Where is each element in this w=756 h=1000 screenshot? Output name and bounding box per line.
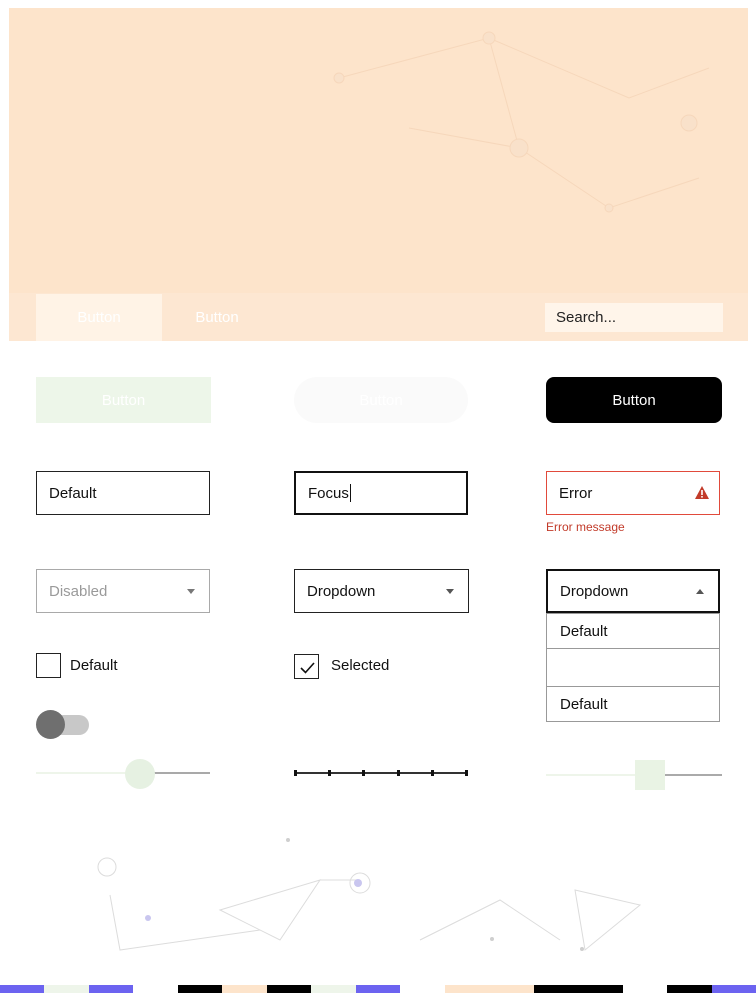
open-dropdown-value: Dropdown xyxy=(560,582,629,600)
chevron-up-icon xyxy=(696,589,704,594)
pill-button[interactable]: Button xyxy=(294,377,468,423)
hero-banner: Button Button Search... xyxy=(9,8,748,341)
palette-swatch xyxy=(355,985,401,993)
checkbox-default[interactable] xyxy=(36,653,61,678)
dropdown-value: Dropdown xyxy=(307,582,376,600)
palette-swatch xyxy=(444,985,490,993)
slider-step-mark xyxy=(294,770,297,776)
dropdown[interactable]: Dropdown xyxy=(294,569,469,613)
palette-swatch xyxy=(667,985,712,993)
focus-input[interactable]: Focus xyxy=(294,471,468,515)
toggle-knob[interactable] xyxy=(36,710,65,739)
palette-swatch xyxy=(266,985,312,993)
dropdown-option[interactable] xyxy=(546,648,720,687)
slider-step-mark xyxy=(328,770,332,776)
color-palette-strip xyxy=(0,985,756,993)
checkmark-icon xyxy=(300,662,315,674)
slider-step-mark xyxy=(396,770,400,776)
palette-swatch xyxy=(578,985,623,993)
slider-thumb-square[interactable] xyxy=(635,760,665,790)
slider-thumb[interactable] xyxy=(125,759,155,789)
slider-step-mark xyxy=(362,770,366,776)
nav-tab-button-2[interactable]: Button xyxy=(162,294,272,341)
palette-swatch xyxy=(44,985,89,993)
error-input[interactable]: Error xyxy=(546,471,720,515)
dropdown-option[interactable]: Default xyxy=(546,613,720,649)
nav-tab-button-1[interactable]: Button xyxy=(36,294,162,341)
palette-swatch xyxy=(133,985,178,993)
default-input[interactable]: Default xyxy=(36,471,210,515)
palette-swatch xyxy=(622,985,668,993)
palette-swatch xyxy=(711,985,756,993)
decorative-network-pattern xyxy=(97,838,642,951)
palette-swatch xyxy=(88,985,134,993)
palette-swatch xyxy=(311,985,356,993)
palette-swatch xyxy=(0,985,45,993)
text-caret xyxy=(349,484,351,502)
palette-swatch xyxy=(222,985,267,993)
palette-swatch xyxy=(489,985,534,993)
palette-swatch xyxy=(533,985,579,993)
default-input-value: Default xyxy=(49,484,97,502)
search-input[interactable]: Search... xyxy=(545,303,723,332)
open-dropdown[interactable]: Dropdown xyxy=(546,569,720,613)
primary-button[interactable]: Button xyxy=(546,377,722,423)
error-input-value: Error xyxy=(559,484,593,502)
disabled-dropdown: Disabled xyxy=(36,569,210,613)
palette-swatch xyxy=(177,985,223,993)
warning-icon xyxy=(695,486,709,499)
checkbox-selected-label: Selected xyxy=(331,657,390,674)
chevron-down-icon xyxy=(446,589,454,594)
slider-step-mark xyxy=(465,770,468,776)
disabled-dropdown-value: Disabled xyxy=(49,582,108,600)
slider-step-mark xyxy=(430,770,434,776)
network-pattern xyxy=(333,31,710,213)
dropdown-option[interactable]: Default xyxy=(546,686,720,722)
palette-swatch xyxy=(400,985,445,993)
chevron-down-icon xyxy=(187,589,195,594)
stepped-slider-track[interactable] xyxy=(294,770,468,776)
checkbox-selected[interactable] xyxy=(294,654,319,679)
focus-input-value: Focus xyxy=(308,484,349,502)
error-message: Error message xyxy=(546,520,625,534)
checkbox-default-label: Default xyxy=(70,657,118,674)
ghost-button[interactable]: Button xyxy=(36,377,211,423)
